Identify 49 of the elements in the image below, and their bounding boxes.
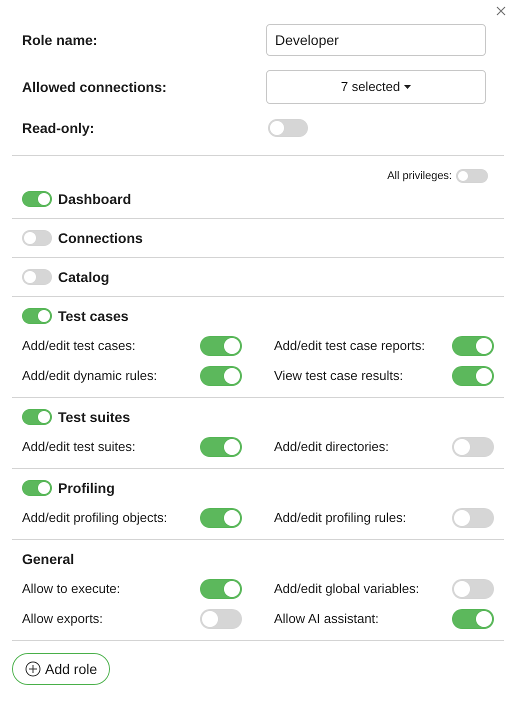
toggle-switch[interactable] [22, 269, 52, 285]
permission-label: Add/edit directories: [274, 438, 389, 456]
connections-dropdown[interactable]: 7 selected [266, 70, 486, 104]
permission-label: Allow exports: [22, 610, 103, 628]
caret-icon [404, 85, 412, 89]
permission-label: Add/edit test suites: [22, 438, 136, 456]
toggle-switch[interactable] [452, 579, 494, 599]
permission-label: Allow to execute: [22, 580, 120, 598]
field-label: Role name: [22, 30, 98, 50]
toggle-switch[interactable] [200, 609, 242, 629]
permission-label: Add/edit profiling objects: [22, 509, 168, 528]
section-title: General [22, 550, 74, 568]
section-title: Catalog [58, 268, 110, 287]
toggle-switch[interactable] [200, 508, 242, 528]
toggle-switch[interactable] [452, 609, 494, 629]
toggle-switch[interactable] [22, 191, 52, 207]
toggle-switch[interactable] [452, 336, 494, 356]
section-title: Test cases [58, 306, 129, 326]
section-title: Connections [58, 228, 143, 248]
field-label: Read-only: [22, 118, 96, 138]
toggle-switch[interactable] [22, 230, 52, 246]
permission-label: Add/edit test cases: [22, 337, 136, 356]
field-label: Allowed connections: [22, 78, 168, 96]
permission-label: Add/edit profiling rules: [274, 509, 406, 528]
toggle-switch[interactable] [200, 366, 242, 386]
plus-circle-icon [25, 661, 41, 677]
toggle-switch[interactable] [456, 169, 488, 183]
role-name-input[interactable]: Developer [266, 24, 486, 56]
permission-label: Allow AI assistant: [274, 610, 379, 628]
toggle-switch[interactable] [200, 336, 242, 356]
toggle-switch[interactable] [452, 366, 494, 386]
section-title: Dashboard [58, 190, 132, 208]
toggle-switch[interactable] [268, 119, 308, 137]
permission-label: View test case results: [274, 367, 404, 386]
toggle-switch[interactable] [22, 480, 52, 496]
section-title: Profiling [58, 478, 115, 498]
toggle-switch[interactable] [200, 437, 242, 457]
all-privileges-label: All privileges: [387, 168, 452, 184]
toggle-switch[interactable] [200, 579, 242, 599]
toggle-switch[interactable] [452, 508, 494, 528]
section-title: Test suites [58, 408, 130, 426]
add-role-button[interactable]: Add role [12, 653, 110, 685]
permission-label: Add/edit global variables: [274, 580, 420, 598]
permission-label: Add/edit dynamic rules: [22, 367, 158, 386]
toggle-switch[interactable] [22, 409, 52, 425]
permission-label: Add/edit test case reports: [274, 337, 426, 356]
close-icon[interactable] [496, 6, 506, 16]
toggle-switch[interactable] [22, 308, 52, 324]
toggle-switch[interactable] [452, 437, 494, 457]
